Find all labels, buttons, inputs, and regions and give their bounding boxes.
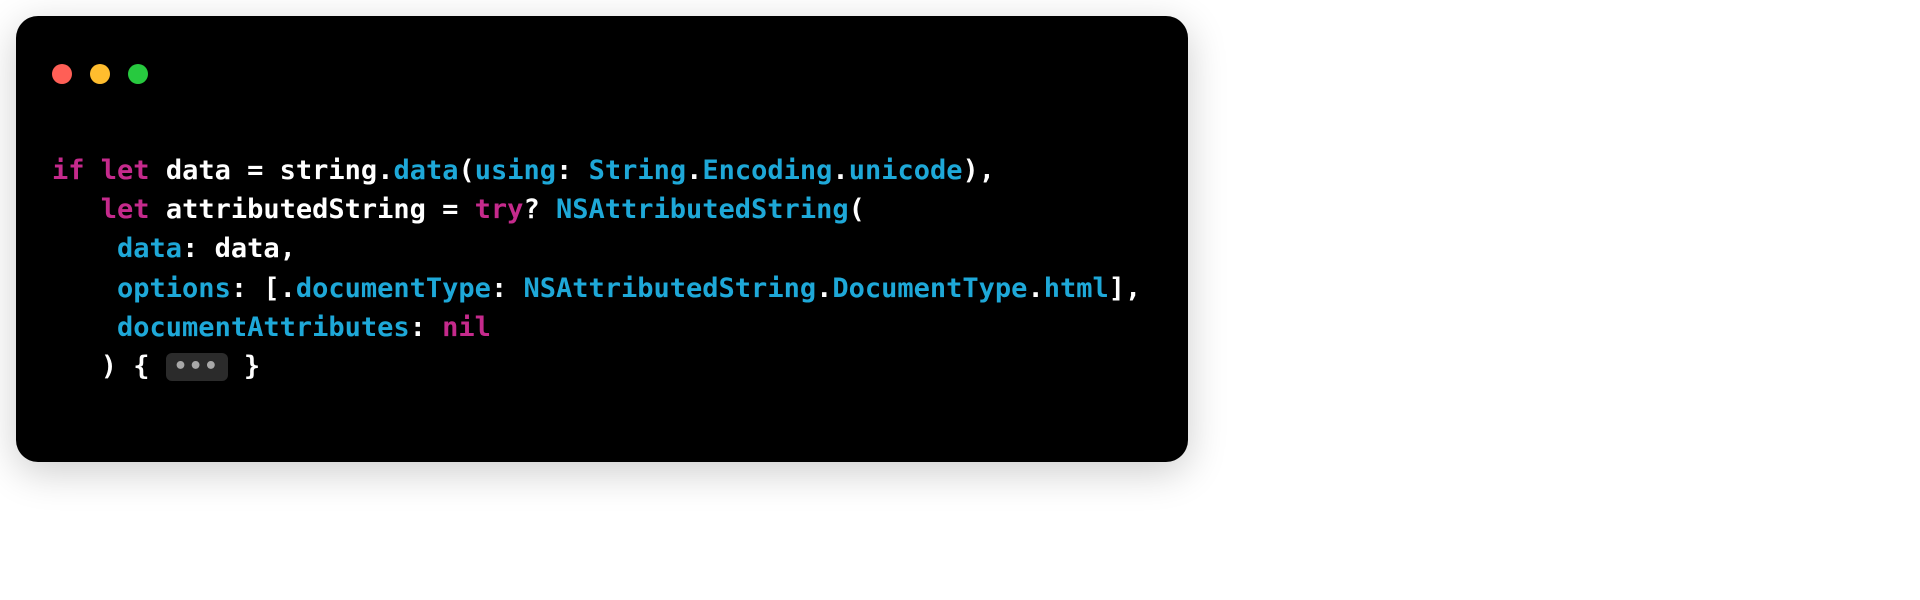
space [426,312,442,343]
dot: . [377,155,393,186]
indent [52,194,101,225]
arg-value: data, [198,233,296,264]
arg-label: options [117,273,231,304]
code-line: ) { ••• } [52,351,260,382]
colon: : [231,273,247,304]
dot: . [816,273,832,304]
type-ref: NSAttributedString [556,194,849,225]
colon: : [182,233,198,264]
code-window: if let data = string.data(using: String.… [16,16,1188,462]
paren-close: ), [962,155,995,186]
type-ref: unicode [849,155,963,186]
dot: . [832,155,848,186]
paren-open: ( [849,194,865,225]
indent [52,273,117,304]
indent [52,351,101,382]
question-mark: ? [523,194,539,225]
arg-label: documentAttributes [117,312,410,343]
method-call: data [393,155,458,186]
dot: . [1027,273,1043,304]
window-titlebar [16,46,1188,112]
close-brace: } [228,351,261,382]
op-equals: = [231,155,280,186]
keyword-try: try [475,194,524,225]
indent [52,233,117,264]
close-icon[interactable] [52,64,72,84]
code-line: if let data = string.data(using: String.… [52,155,995,186]
paren-open: ( [458,155,474,186]
code-line: data: data, [52,233,296,264]
zoom-icon[interactable] [128,64,148,84]
arg-label: using [475,155,556,186]
type-ref: String [589,155,687,186]
identifier: attributedString = [150,194,475,225]
keyword-let: let [101,194,150,225]
keyword-let: let [101,155,150,186]
bracket-open: [. [263,273,296,304]
colon: : [491,273,507,304]
dot: . [686,155,702,186]
identifier: data [166,155,231,186]
space [507,273,523,304]
type-ref: NSAttributedString [523,273,816,304]
indent [52,312,117,343]
type-ref: html [1044,273,1109,304]
colon: : [556,155,572,186]
type-ref: DocumentType [832,273,1027,304]
keyword-nil: nil [442,312,491,343]
colon: : [410,312,426,343]
bracket-close: ], [1109,273,1142,304]
close-paren-brace: ) { [101,351,166,382]
code-line: options: [.documentType: NSAttributedStr… [52,273,1141,304]
minimize-icon[interactable] [90,64,110,84]
space [247,273,263,304]
dict-key: documentType [296,273,491,304]
space [540,194,556,225]
code-line: documentAttributes: nil [52,312,491,343]
code-line: let attributedString = try? NSAttributed… [52,194,865,225]
identifier: string [280,155,378,186]
arg-label: data [117,233,182,264]
keyword-if: if [52,155,85,186]
code-fold-icon[interactable]: ••• [166,353,228,381]
type-ref: Encoding [702,155,832,186]
code-block: if let data = string.data(using: String.… [16,112,1188,425]
space [572,155,588,186]
